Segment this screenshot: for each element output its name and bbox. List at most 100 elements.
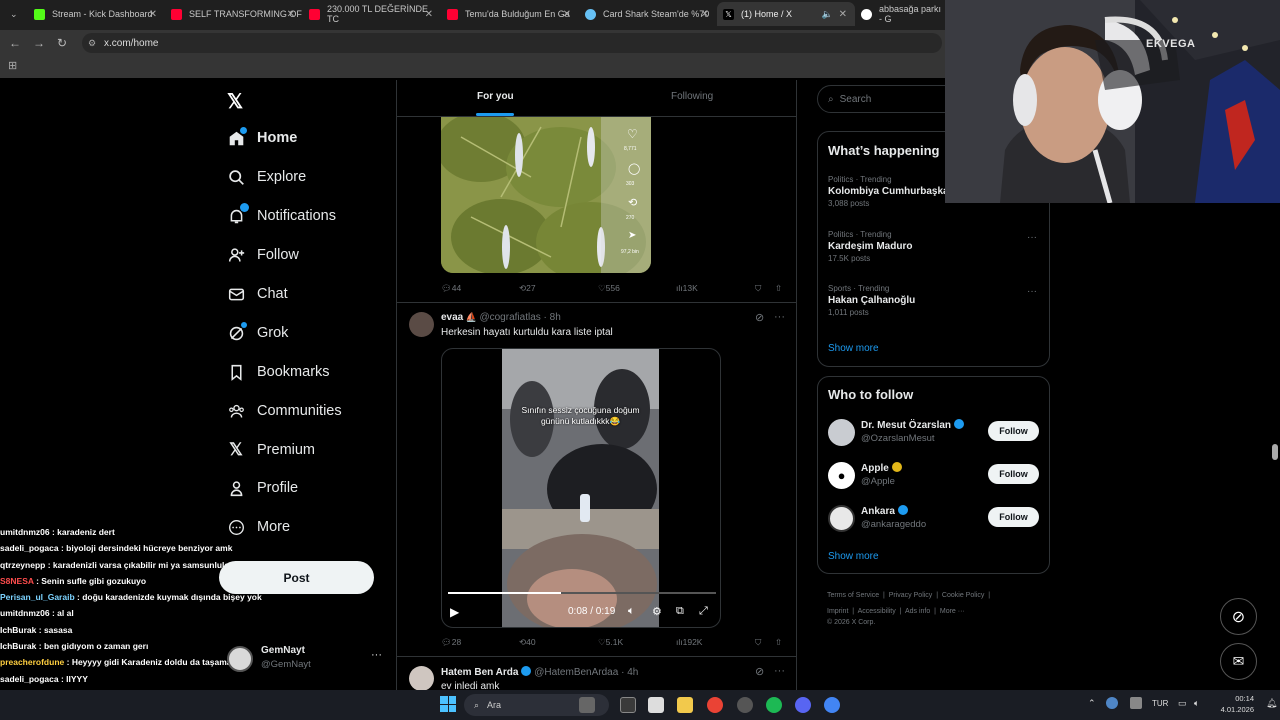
nav-chat[interactable]: Chat	[227, 285, 288, 303]
chat-username[interactable]: S8NESA	[0, 576, 34, 586]
video-progress-track[interactable]	[448, 592, 716, 594]
tab-2[interactable]: 230.000 TL DEĞERİNDE TC ✕	[303, 2, 441, 26]
more-dots-icon[interactable]: ···	[1027, 232, 1037, 243]
footer-link[interactable]: Imprint	[827, 608, 848, 615]
onedrive-icon[interactable]	[1106, 697, 1118, 709]
account-switcher[interactable]: GemNayt @GemNayt ···	[227, 645, 387, 675]
tab-0[interactable]: Stream - Kick Dashboard ✕	[28, 2, 165, 26]
grok-icon[interactable]: ⊘	[1220, 598, 1257, 635]
close-icon[interactable]: ✕	[149, 9, 157, 20]
chat-username[interactable]: umitdnmz06	[0, 608, 50, 618]
trend-item[interactable]: Politics · Trending Kardeşim Maduro 17.5K …	[828, 230, 1038, 263]
bookmark-icon[interactable]: ⛉	[755, 637, 761, 648]
show-more-link[interactable]: Show more	[828, 551, 879, 562]
avatar[interactable]	[409, 312, 434, 337]
tab-following[interactable]: Following	[671, 91, 713, 102]
footer-link[interactable]: Privacy Policy	[889, 592, 933, 599]
follow-button[interactable]: Follow	[988, 421, 1039, 441]
volume-icon[interactable]: 🔈︎	[628, 605, 635, 618]
more-dots-icon[interactable]: ···	[774, 311, 785, 323]
tab-for-you[interactable]: For you	[477, 91, 514, 102]
reload-icon[interactable]: ↻	[57, 36, 67, 50]
grok-icon[interactable]: ⊘	[755, 665, 764, 678]
play-icon[interactable]: ▶	[450, 605, 459, 619]
nav-premium[interactable]: 𝕏 Premium	[227, 440, 315, 459]
language-indicator[interactable]: TUR	[1152, 699, 1168, 708]
picture-in-picture-icon[interactable]: ⧉	[676, 605, 684, 618]
spotify-icon[interactable]	[766, 697, 782, 713]
more-dots-icon[interactable]: ···	[371, 649, 382, 661]
site-info-icon[interactable]: ⚙	[88, 38, 96, 49]
grok-icon[interactable]: ⊘	[755, 311, 764, 324]
share-icon[interactable]: ⇧	[775, 637, 782, 648]
bookmark-icon[interactable]: ⛉	[755, 283, 761, 294]
tab-3[interactable]: Temu'da Bulduğum En Ga ✕	[441, 2, 579, 26]
x-logo-icon[interactable]: 𝕏	[227, 89, 243, 114]
network-icon[interactable]: ▭	[1178, 698, 1187, 709]
footer-link[interactable]: More ···	[940, 608, 965, 615]
author-handle[interactable]: @cografiatlas	[479, 312, 540, 323]
chat-username[interactable]: IchBurak	[0, 625, 36, 635]
follow-suggestion[interactable]: Ankara @ankarageddo Follow	[818, 501, 1051, 539]
reply-button[interactable]: 💬︎ 44	[441, 283, 461, 294]
task-view-icon[interactable]	[579, 697, 595, 713]
repost-button[interactable]: ⟲ 40	[519, 637, 536, 648]
reply-button[interactable]: 💬︎ 28	[441, 637, 461, 648]
trend-item[interactable]: Sports · Trending Hakan Çalhanoğlu 1,011 p…	[828, 284, 1038, 317]
speaker-icon[interactable]: 🔈	[822, 9, 833, 20]
more-dots-icon[interactable]: ···	[774, 665, 785, 677]
file-explorer-icon[interactable]	[677, 697, 693, 713]
close-icon[interactable]: ✕	[425, 9, 433, 20]
nav-profile[interactable]: Profile	[227, 479, 298, 497]
footer-link[interactable]: Accessibility	[858, 608, 896, 615]
chrome-icon[interactable]	[707, 697, 723, 713]
close-icon[interactable]: ✕	[287, 9, 295, 20]
back-icon[interactable]: ←	[9, 36, 21, 50]
mail-icon[interactable]: ✉	[1220, 643, 1257, 680]
nav-notifications[interactable]: Notifications	[227, 203, 336, 225]
views-button[interactable]: ılı 13K	[676, 283, 698, 293]
post-button[interactable]: Post	[219, 561, 374, 594]
author-handle[interactable]: @HatemBenArdaa	[534, 667, 618, 678]
chat-username[interactable]: sadeli_pogaca	[0, 543, 59, 553]
post-time[interactable]: 8h	[550, 312, 561, 323]
task-view-icon[interactable]	[620, 697, 636, 713]
apps-grid-icon[interactable]: ⊞	[8, 59, 17, 72]
nav-explore[interactable]: Explore	[227, 168, 306, 186]
video-player[interactable]: Sınıfın sessiz çocuğuna doğum gününü kut…	[441, 348, 721, 628]
share-icon[interactable]: ⇧	[775, 283, 782, 294]
chat-username[interactable]: qtrzeynepp	[0, 560, 45, 570]
more-dots-icon[interactable]: ···	[1027, 286, 1037, 297]
like-button[interactable]: ♡ 556	[598, 283, 620, 294]
tab-4[interactable]: Card Shark Steam'de %70 ✕	[579, 2, 717, 26]
chat-username[interactable]: sadeli_pogaca	[0, 674, 59, 684]
post-time[interactable]: 4h	[627, 667, 638, 678]
like-button[interactable]: ♡ 5.1K	[598, 637, 623, 648]
chat-username[interactable]: IchBurak	[0, 641, 36, 651]
tab-5[interactable]: 𝕏 (1) Home / X 🔈 ✕	[717, 2, 855, 26]
nav-communities[interactable]: Communities	[227, 402, 342, 420]
follow-suggestion[interactable]: ● Apple @Apple Follow	[818, 458, 1051, 496]
mic-icon[interactable]	[1130, 697, 1142, 709]
nav-bookmarks[interactable]: Bookmarks	[227, 363, 330, 381]
repost-button[interactable]: ⟲ 27	[519, 283, 536, 294]
show-more-link[interactable]: Show more	[828, 343, 879, 354]
fullscreen-icon[interactable]: ⤢	[699, 605, 708, 618]
chrome-icon[interactable]	[824, 697, 840, 713]
footer-link[interactable]: Cookie Policy	[942, 592, 984, 599]
volume-icon[interactable]: 🔈︎	[1194, 698, 1199, 709]
views-button[interactable]: ılı 192K	[676, 637, 702, 647]
url-field[interactable]: ⚙ x.com/home	[82, 33, 942, 53]
avatar[interactable]	[409, 666, 434, 691]
settings-icon[interactable]: ⚙	[652, 605, 662, 618]
follow-button[interactable]: Follow	[988, 464, 1039, 484]
clock[interactable]: 00:14 4.01.2026	[1210, 693, 1254, 715]
close-icon[interactable]: ✕	[563, 9, 571, 20]
footer-link[interactable]: Ads info	[905, 608, 930, 615]
windows-start-icon[interactable]	[440, 696, 456, 712]
steam-taskbar-icon[interactable]	[737, 697, 753, 713]
nav-home[interactable]: Home	[227, 127, 297, 147]
close-icon[interactable]: ✕	[839, 9, 847, 20]
chat-username[interactable]: Perisan_ul_Garaib	[0, 592, 75, 602]
store-icon[interactable]	[648, 697, 664, 713]
